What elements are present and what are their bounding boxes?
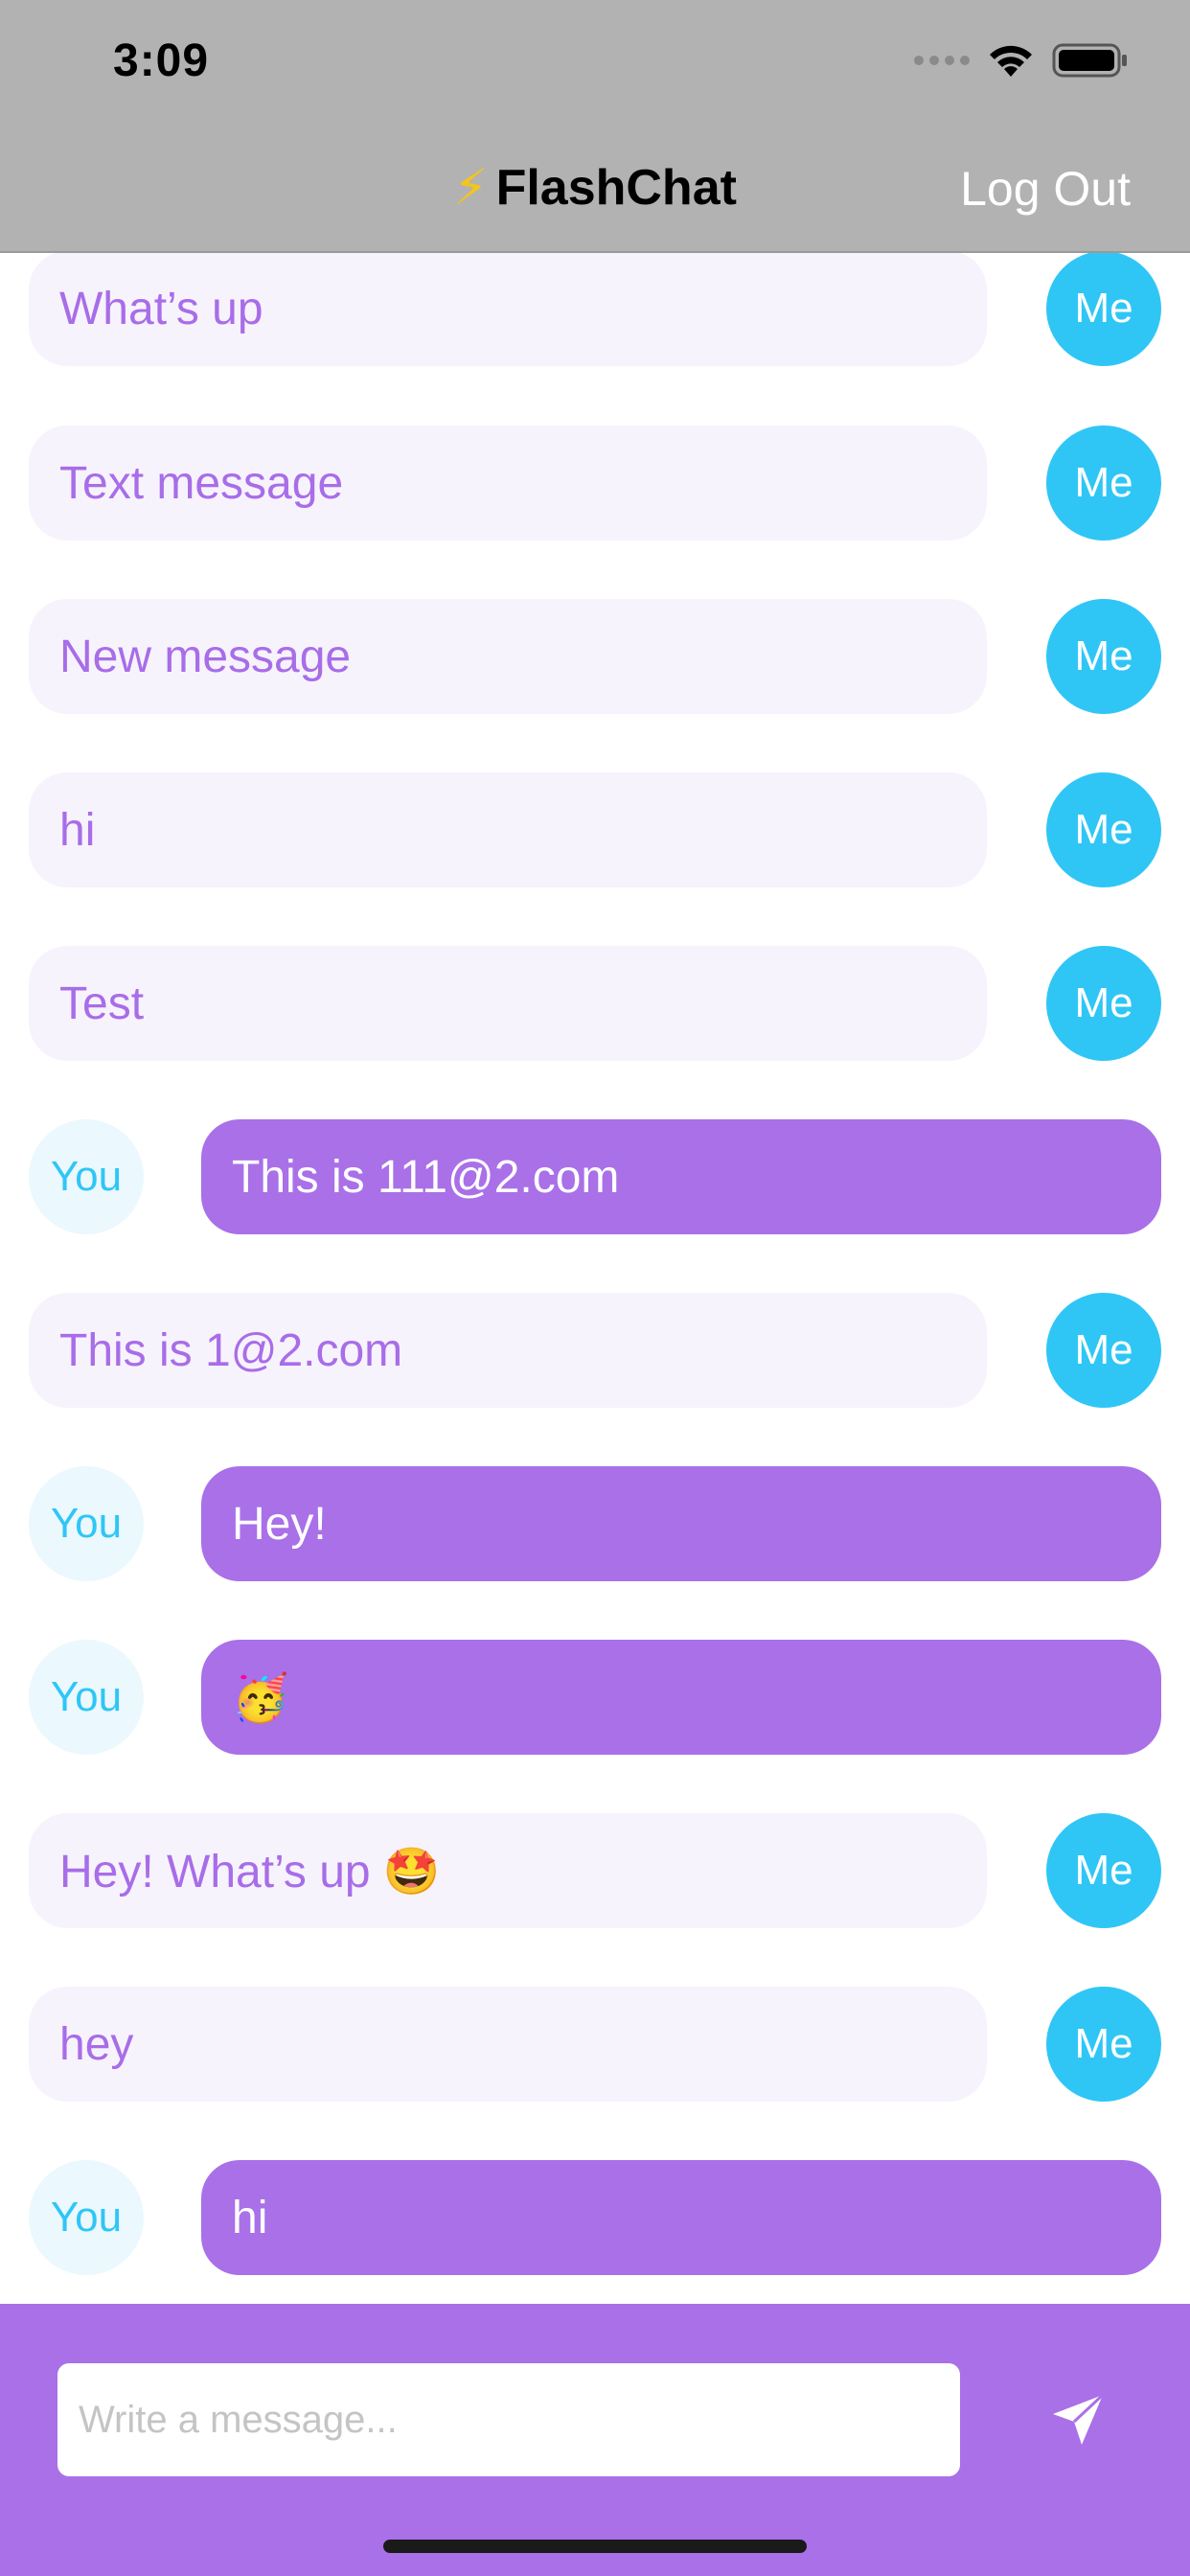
message-row: You 🥳 [0, 1640, 1190, 1755]
message-row: Hey! What’s up 🤩 Me [0, 1813, 1190, 1928]
message-bubble: This is 111@2.com [201, 1119, 1161, 1234]
avatar-me: Me [1046, 253, 1161, 366]
message-row: You This is 111@2.com [0, 1119, 1190, 1234]
message-bubble: New message [29, 599, 987, 714]
message-row: hey Me [0, 1987, 1190, 2102]
home-indicator [383, 2540, 807, 2553]
message-row: New message Me [0, 599, 1190, 714]
wifi-icon [990, 45, 1032, 77]
avatar-you: You [29, 1466, 144, 1581]
avatar-you: You [29, 1640, 144, 1755]
message-row: You hi [0, 2160, 1190, 2275]
message-bubble: What’s up [29, 253, 987, 366]
message-bubble: Hey! What’s up 🤩 [29, 1813, 987, 1928]
avatar-me: Me [1046, 772, 1161, 887]
top-bar: 3:09 ⚡ FlashChat Log Out [0, 0, 1190, 253]
app-title: FlashChat [495, 160, 737, 216]
status-icons [914, 42, 1129, 79]
message-composer [0, 2304, 1190, 2576]
message-row: What’s up Me [0, 253, 1190, 366]
battery-icon [1052, 43, 1127, 78]
message-input[interactable] [57, 2363, 960, 2476]
message-row: This is 1@2.com Me [0, 1293, 1190, 1408]
avatar-me: Me [1046, 426, 1161, 540]
message-row: hi Me [0, 772, 1190, 887]
log-out-button[interactable]: Log Out [960, 161, 1131, 217]
message-row: You Hey! [0, 1466, 1190, 1581]
message-bubble: Test [29, 946, 987, 1061]
avatar-me: Me [1046, 1813, 1161, 1928]
message-bubble: hi [29, 772, 987, 887]
avatar-you: You [29, 2160, 144, 2275]
avatar-me: Me [1046, 1293, 1161, 1408]
cellular-signal-icon [914, 56, 970, 65]
lightning-bolt-icon: ⚡ [453, 160, 489, 216]
message-bubble: hi [201, 2160, 1161, 2275]
avatar-me: Me [1046, 946, 1161, 1061]
message-row: Text message Me [0, 426, 1190, 540]
chat-screen: 3:09 ⚡ FlashChat Log Out What’s up Me Te… [0, 0, 1190, 2576]
status-time: 3:09 [113, 35, 210, 86]
message-bubble: This is 1@2.com [29, 1293, 987, 1408]
message-bubble: Hey! [201, 1466, 1161, 1581]
avatar-me: Me [1046, 599, 1161, 714]
avatar-me: Me [1046, 1987, 1161, 2102]
message-list[interactable]: What’s up Me Text message Me New message… [0, 253, 1190, 2304]
message-bubble: 🥳 [201, 1640, 1161, 1755]
message-bubble: hey [29, 1987, 987, 2102]
send-button[interactable] [1035, 2377, 1121, 2463]
message-bubble: Text message [29, 426, 987, 540]
paper-plane-icon [1053, 2393, 1105, 2445]
avatar-you: You [29, 1119, 144, 1234]
message-row: Test Me [0, 946, 1190, 1061]
